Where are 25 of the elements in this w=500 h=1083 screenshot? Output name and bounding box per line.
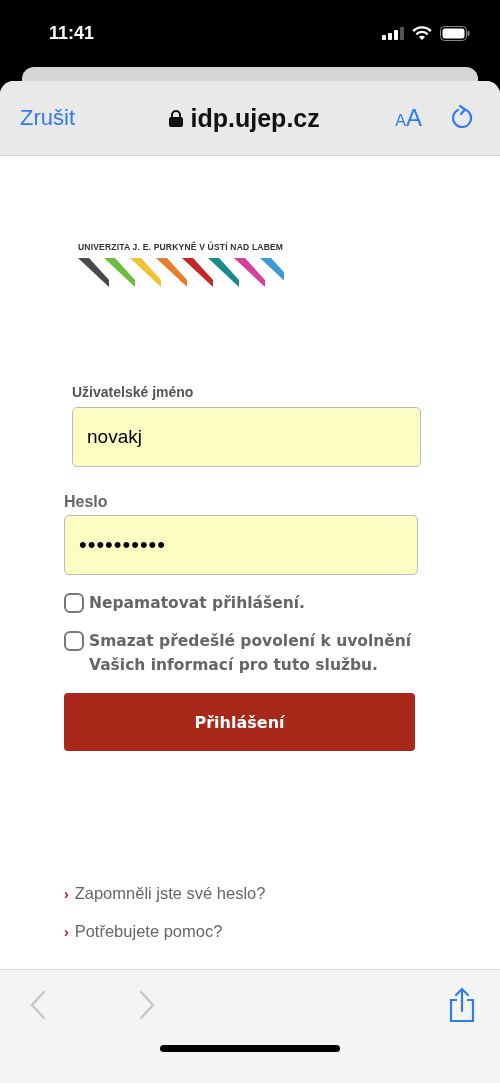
signal-icon [382, 26, 404, 41]
password-field[interactable]: •••••••••• [64, 515, 418, 575]
checkbox-label: Smazat předešlé povolení k uvolnění Vašich informací pro tuto službu. [89, 631, 413, 676]
stripes-logo-icon [78, 258, 284, 288]
password-label: Heslo [64, 493, 109, 511]
help-link[interactable]: Potřebujete pomoc? [74, 922, 223, 941]
status-time: 11:41 [49, 23, 95, 44]
address-text: idp.ujep.cz [190, 103, 320, 133]
username-field[interactable]: novakj [72, 407, 421, 467]
text-size-button[interactable]: AA [395, 104, 422, 132]
chevron-marker: › [64, 885, 69, 902]
username-label: Uživatelské jméno [72, 384, 195, 400]
battery-icon [440, 26, 470, 41]
cancel-button[interactable]: Zrušit [20, 105, 75, 131]
chevron-marker: › [64, 923, 69, 940]
checkbox[interactable] [64, 631, 84, 651]
checkbox[interactable] [64, 593, 84, 613]
share-icon[interactable] [448, 987, 476, 1023]
lock-icon [168, 109, 183, 127]
wifi-icon [412, 26, 432, 41]
reload-icon[interactable] [450, 105, 474, 131]
help-link[interactable]: Zapomněli jste své heslo? [74, 884, 266, 903]
logo-text: UNIVERZITA J. E. PURKYNĚ V ÚSTÍ NAD LABEM [78, 242, 285, 252]
login-button[interactable]: Přihlášení [64, 693, 415, 751]
checkbox-label: Nepamatovat přihlášení. [89, 593, 305, 614]
